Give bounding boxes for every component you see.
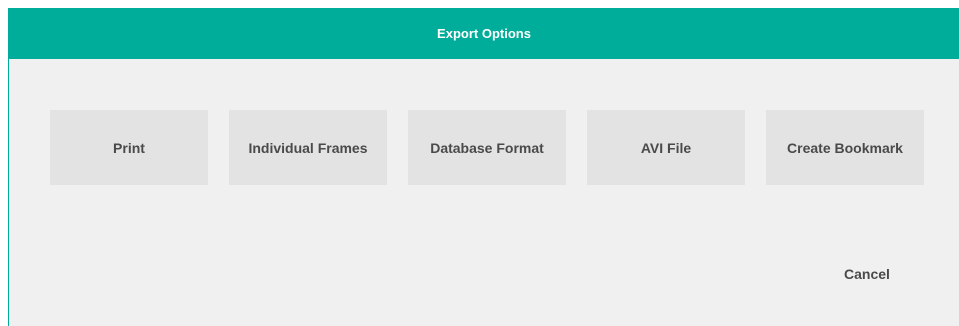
print-button[interactable]: Print: [50, 110, 208, 185]
create-bookmark-button[interactable]: Create Bookmark: [766, 110, 924, 185]
cancel-button[interactable]: Cancel: [825, 260, 909, 288]
dialog-titlebar: Export Options: [9, 8, 959, 59]
database-format-button[interactable]: Database Format: [408, 110, 566, 185]
export-options-dialog: Export Options Print Individual Frames D…: [8, 8, 959, 326]
dialog-title: Export Options: [437, 26, 531, 41]
avi-file-button[interactable]: AVI File: [587, 110, 745, 185]
export-options-row: Print Individual Frames Database Format …: [9, 110, 959, 185]
individual-frames-button[interactable]: Individual Frames: [229, 110, 387, 185]
